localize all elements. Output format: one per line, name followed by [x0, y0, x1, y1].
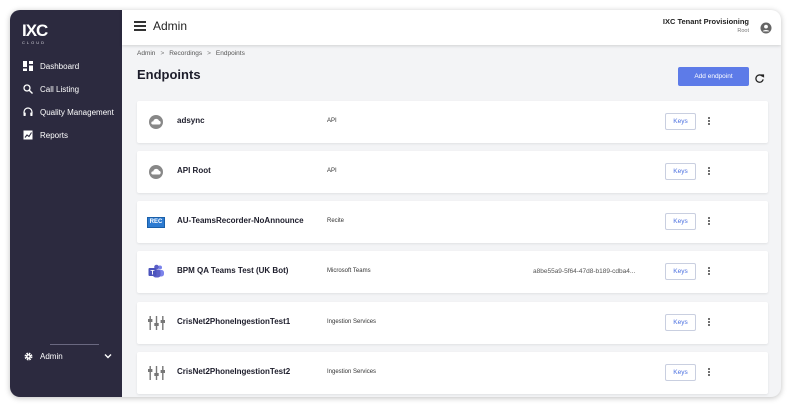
headset-icon: [22, 106, 34, 118]
more-vert-icon[interactable]: [706, 216, 712, 228]
endpoint-row[interactable]: T BPM QA Teams Test (UK Bot) Microsoft T…: [137, 251, 768, 293]
breadcrumb: Admin > Recordings > Endpoints: [137, 50, 245, 57]
sidebar-item-quality-management[interactable]: Quality Management: [10, 103, 122, 121]
sidebar-item-reports[interactable]: Reports: [10, 126, 122, 144]
ingestion-icon: [147, 365, 165, 381]
sidebar-item-label: Dashboard: [40, 61, 80, 71]
breadcrumb-item-endpoints: Endpoints: [215, 50, 245, 57]
endpoint-type: Recite: [327, 218, 345, 224]
keys-button[interactable]: Keys: [665, 263, 696, 280]
gear-icon: [22, 350, 34, 362]
reports-icon: [22, 129, 34, 141]
cloud-icon: [147, 164, 165, 180]
teams-icon: T: [147, 264, 165, 280]
endpoint-row[interactable]: REC AU-TeamsRecorder-NoAnnounce Recite K…: [137, 201, 768, 243]
endpoint-type: Microsoft Teams: [327, 268, 371, 274]
endpoint-name: AU-TeamsRecorder-NoAnnounce: [177, 216, 304, 225]
dashboard-icon: [22, 60, 34, 72]
sidebar-divider: [50, 344, 99, 345]
tenant-role: Root: [737, 28, 749, 34]
sidebar-item-dashboard[interactable]: Dashboard: [10, 57, 122, 75]
endpoint-name: API Root: [177, 166, 211, 175]
logo: IXC CLOUD: [22, 22, 56, 50]
endpoint-name: BPM QA Teams Test (UK Bot): [177, 266, 289, 275]
chevron-down-icon[interactable]: [103, 351, 113, 361]
tenant-name: IXC Tenant Provisioning: [662, 17, 749, 26]
cloud-icon: [147, 114, 165, 130]
search-icon: [22, 83, 34, 95]
endpoint-type: API: [327, 118, 337, 124]
rec-badge-text: REC: [146, 216, 166, 228]
keys-button[interactable]: Keys: [665, 213, 696, 230]
keys-button[interactable]: Keys: [665, 163, 696, 180]
top-header: Admin IXC Tenant Provisioning Root: [122, 10, 781, 45]
add-endpoint-button[interactable]: Add endpoint: [678, 67, 749, 86]
more-vert-icon[interactable]: [706, 367, 712, 379]
refresh-icon[interactable]: [754, 71, 765, 83]
endpoint-type: Ingestion Services: [327, 319, 377, 325]
header-title: Admin: [153, 19, 188, 33]
logo-subtext: CLOUD: [22, 40, 47, 45]
endpoint-row[interactable]: adsync API Keys: [137, 101, 768, 143]
sidebar: IXC CLOUD Dashboard Call Listing Quality…: [10, 10, 122, 397]
keys-button[interactable]: Keys: [665, 113, 696, 130]
sidebar-item-label: Admin: [40, 351, 63, 361]
keys-button[interactable]: Keys: [665, 314, 696, 331]
more-vert-icon[interactable]: [706, 116, 712, 128]
sidebar-item-label: Reports: [40, 130, 69, 140]
more-vert-icon[interactable]: [706, 166, 712, 178]
sidebar-item-admin[interactable]: Admin: [10, 348, 122, 364]
sidebar-item-label: Call Listing: [40, 84, 80, 94]
ingestion-icon: [147, 315, 165, 331]
menu-icon[interactable]: [134, 21, 146, 33]
endpoint-type: API: [327, 168, 337, 174]
keys-button[interactable]: Keys: [665, 364, 696, 381]
endpoint-type: Ingestion Services: [327, 369, 377, 375]
more-vert-icon[interactable]: [706, 317, 712, 329]
endpoint-name: CrisNet2PhoneIngestionTest2: [177, 367, 291, 376]
rec-icon: REC: [146, 214, 166, 230]
svg-text:T: T: [150, 270, 154, 277]
endpoint-id: a8be55a9-5f64-47d8-b189-cdba4...: [533, 268, 636, 275]
more-vert-icon[interactable]: [706, 266, 712, 278]
sidebar-item-call-listing[interactable]: Call Listing: [10, 80, 122, 98]
app-window: IXC CLOUD Dashboard Call Listing Quality…: [10, 10, 781, 397]
breadcrumb-item-admin[interactable]: Admin: [137, 50, 155, 57]
endpoint-name: CrisNet2PhoneIngestionTest1: [177, 317, 291, 326]
breadcrumb-item-recordings[interactable]: Recordings: [169, 50, 202, 57]
endpoint-row[interactable]: CrisNet2PhoneIngestionTest1 Ingestion Se…: [137, 302, 768, 344]
sidebar-item-label: Quality Management: [40, 107, 114, 117]
tenant-info[interactable]: IXC Tenant Provisioning Root: [663, 17, 749, 34]
account-circle-icon[interactable]: [760, 21, 772, 34]
page-title: Endpoints: [137, 67, 201, 82]
endpoint-name: adsync: [177, 116, 205, 125]
endpoint-row[interactable]: CrisNet2PhoneIngestionTest2 Ingestion Se…: [137, 352, 768, 394]
logo-text: IXC: [22, 21, 48, 40]
endpoint-row[interactable]: API Root API Keys: [137, 151, 768, 193]
